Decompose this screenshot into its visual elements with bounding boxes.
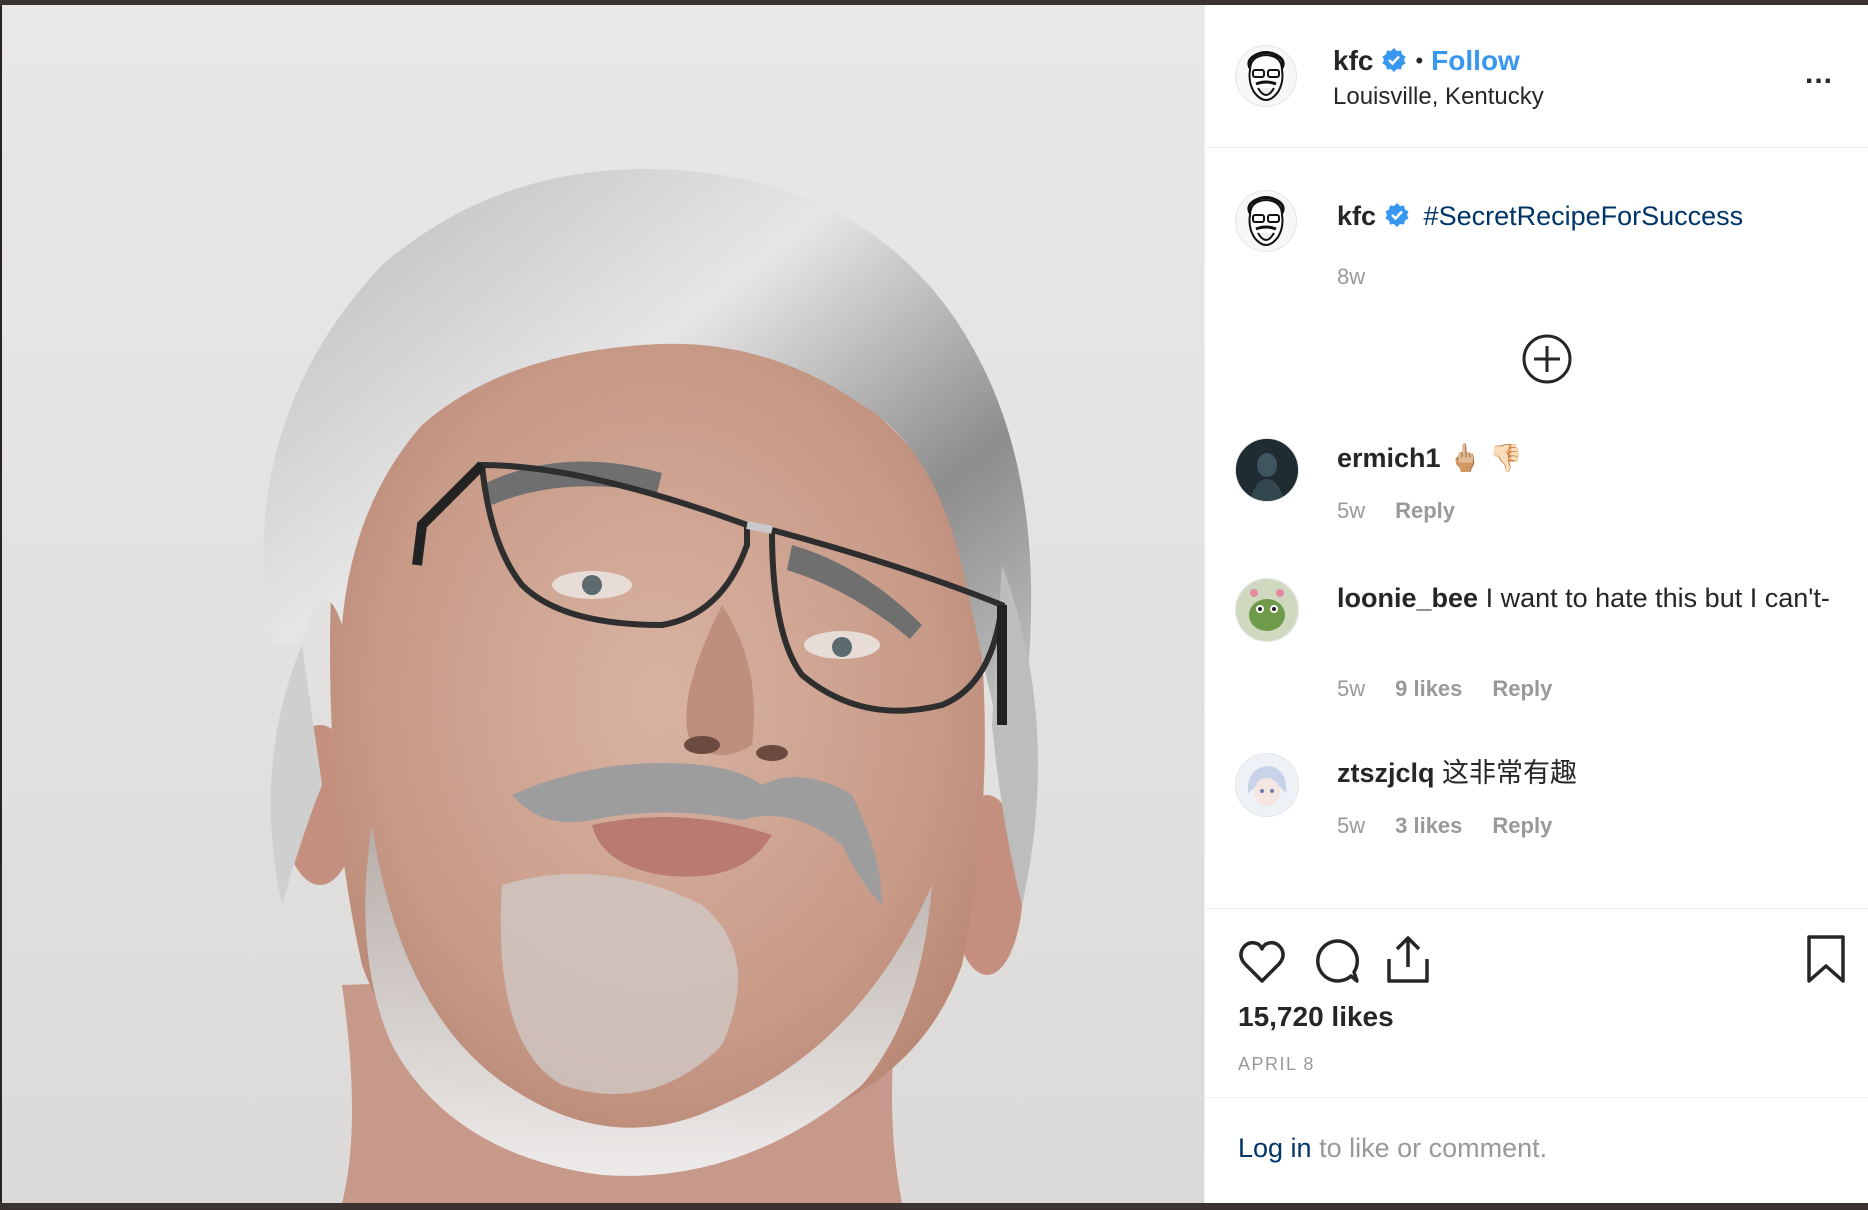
commenter-avatar[interactable] (1235, 438, 1299, 502)
comment-text: ztszjclq 这非常有趣 (1337, 755, 1837, 791)
post-photo (2, 5, 1204, 1203)
verified-badge-icon (1382, 48, 1406, 72)
header-title-row: kfc • Follow (1333, 45, 1520, 77)
commenter-avatar[interactable] (1235, 578, 1299, 642)
post-date[interactable]: APRIL 8 (1238, 1054, 1315, 1075)
browser-background-bottom (0, 1203, 1868, 1210)
more-options-icon[interactable]: ... (1805, 57, 1833, 91)
follow-button[interactable]: Follow (1431, 45, 1520, 76)
colonel-logo-icon (1236, 46, 1296, 106)
comment-time[interactable]: 5w (1337, 498, 1365, 523)
comment-item: ztszjclq 这非常有趣 5w 3 likes Reply (1205, 753, 1868, 883)
colonel-logo-icon (1236, 191, 1296, 251)
caption-meta: 8w (1337, 264, 1395, 290)
comments-list[interactable]: kfc #SecretRecipeForSuccess 8w ermich1 🖕… (1205, 148, 1868, 908)
caption-hashtag[interactable]: #SecretRecipeForSuccess (1424, 201, 1744, 231)
reply-button[interactable]: Reply (1492, 813, 1552, 838)
commenter-avatar[interactable] (1235, 753, 1299, 817)
comment-meta: 5w Reply (1337, 498, 1485, 524)
caption-item: kfc #SecretRecipeForSuccess 8w (1205, 148, 1868, 298)
header-separator: • (1415, 48, 1424, 73)
comment-likes[interactable]: 3 likes (1395, 813, 1462, 838)
post-header: kfc • Follow Louisville, Kentucky ... (1205, 5, 1868, 148)
comment-likes[interactable]: 9 likes (1395, 676, 1462, 701)
login-link[interactable]: Log in (1238, 1133, 1312, 1163)
avatar-image (1236, 754, 1298, 816)
post-side-panel: kfc • Follow Louisville, Kentucky ... kfc (1204, 5, 1868, 1203)
comment-body: 🖕🏼 👎🏻 (1448, 443, 1523, 473)
login-prompt-text: to like or comment. (1311, 1133, 1548, 1163)
comment-text: ermich1 🖕🏼 👎🏻 (1337, 440, 1837, 476)
comment-meta: 5w 9 likes Reply (1337, 676, 1582, 702)
comment-icon[interactable] (1313, 937, 1361, 985)
caption-username[interactable]: kfc (1337, 201, 1376, 231)
avatar-image (1236, 579, 1298, 641)
comment-time[interactable]: 5w (1337, 676, 1365, 701)
bookmark-icon[interactable] (1805, 933, 1847, 985)
likes-count[interactable]: 15,720 likes (1238, 1001, 1394, 1033)
caption-avatar[interactable] (1235, 190, 1297, 252)
load-more-comments-icon[interactable] (1521, 333, 1573, 385)
heart-icon[interactable] (1237, 939, 1287, 985)
caption-text-row: kfc #SecretRecipeForSuccess (1337, 198, 1837, 234)
reply-button[interactable]: Reply (1492, 676, 1552, 701)
login-prompt: Log in to like or comment. (1238, 1133, 1547, 1164)
reply-button[interactable]: Reply (1395, 498, 1455, 523)
verified-badge-icon (1385, 203, 1409, 227)
caption-time[interactable]: 8w (1337, 264, 1365, 289)
comment-item: loonie_bee I want to hate this but I can… (1205, 578, 1868, 728)
comment-text: loonie_bee I want to hate this but I can… (1337, 580, 1837, 616)
avatar-image (1236, 439, 1298, 501)
share-icon[interactable] (1385, 933, 1431, 985)
post-location[interactable]: Louisville, Kentucky (1333, 83, 1544, 111)
photo-illustration (263, 169, 1038, 1203)
comment-meta: 5w 3 likes Reply (1337, 813, 1582, 839)
comment-time[interactable]: 5w (1337, 813, 1365, 838)
kfc-avatar[interactable] (1235, 45, 1297, 107)
comment-body: I want to hate this but I can't- (1485, 583, 1830, 613)
post-actions: 15,720 likes APRIL 8 (1205, 908, 1868, 1098)
header-username[interactable]: kfc (1333, 45, 1373, 76)
comment-item: ermich1 🖕🏼 👎🏻 5w Reply (1205, 438, 1868, 558)
comment-username[interactable]: loonie_bee (1337, 583, 1478, 613)
comment-username[interactable]: ermich1 (1337, 443, 1441, 473)
comment-username[interactable]: ztszjclq (1337, 758, 1435, 788)
comment-body: 这非常有趣 (1442, 758, 1578, 788)
